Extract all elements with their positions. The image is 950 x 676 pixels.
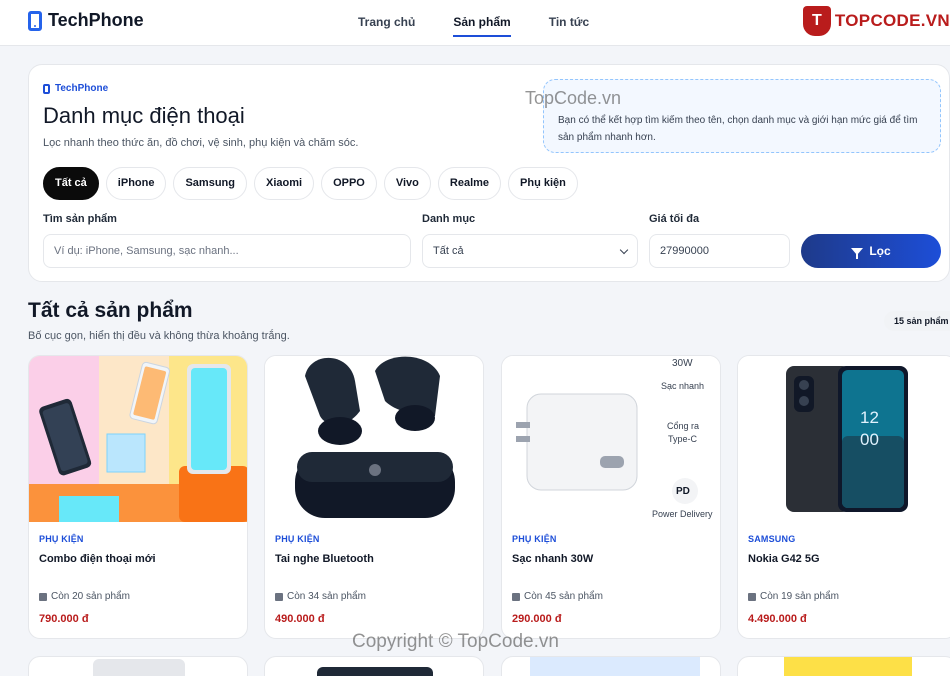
- box-icon: [748, 592, 756, 601]
- chip-xiaomi[interactable]: Xiaomi: [253, 167, 315, 200]
- category-select[interactable]: Tất cả: [422, 234, 638, 268]
- product-stock: Còn 34 sản phẩm: [275, 591, 366, 602]
- charger-image-port: Cổng ra: [667, 421, 700, 431]
- main-nav: Trang chủ Sản phẩm Tin tức: [358, 0, 589, 46]
- charger-image-pd-label: Power Delivery: [652, 509, 713, 519]
- hero-brand-label: TechPhone: [55, 83, 109, 94]
- product-image-partial: [317, 667, 433, 676]
- product-price: 790.000 đ: [39, 613, 89, 625]
- brand-name: TechPhone: [48, 10, 144, 30]
- product-image-phone-combo: [29, 356, 247, 522]
- product-card-partial[interactable]: [264, 656, 484, 676]
- phone-clock-hour: 12: [860, 408, 879, 427]
- nav-home[interactable]: Trang chủ: [358, 0, 415, 46]
- category-label: Danh mục: [422, 213, 476, 225]
- product-stock: Còn 20 sản phẩm: [39, 591, 130, 602]
- tip-text: Bạn có thể kết hợp tìm kiếm theo tên, ch…: [558, 115, 918, 143]
- product-price: 290.000 đ: [512, 613, 562, 625]
- nav-news[interactable]: Tin tức: [549, 0, 589, 46]
- watermark-logo: T TOPCODE.VN: [802, 6, 950, 36]
- funnel-icon: [851, 247, 864, 259]
- chip-samsung[interactable]: Samsung: [173, 167, 247, 200]
- top-navbar: TechPhone Trang chủ Sản phẩm Tin tức T T…: [0, 0, 950, 46]
- chip-accessories[interactable]: Phụ kiện: [508, 167, 578, 200]
- product-price: 4.490.000 đ: [748, 613, 807, 625]
- product-price: 490.000 đ: [275, 613, 325, 625]
- category-chips: Tất cả iPhone Samsung Xiaomi OPPO Vivo R…: [43, 167, 578, 200]
- product-category: SAMSUNG: [748, 534, 796, 544]
- product-stock-text: Còn 34 sản phẩm: [287, 591, 366, 602]
- chip-all[interactable]: Tất cả: [43, 167, 99, 200]
- chip-oppo[interactable]: OPPO: [321, 167, 377, 200]
- product-image-partial: [93, 659, 185, 676]
- chevron-down-icon: [619, 245, 629, 255]
- brand-logo[interactable]: TechPhone: [28, 10, 144, 31]
- phone-clock-minute: 00: [860, 430, 879, 449]
- box-icon: [512, 592, 520, 601]
- product-stock-text: Còn 20 sản phẩm: [51, 591, 130, 602]
- charger-image-fast: Sạc nhanh: [661, 381, 705, 391]
- product-card[interactable]: PHỤ KIỆN Tai nghe Bluetooth Còn 34 sản p…: [264, 355, 484, 639]
- product-category: PHỤ KIỆN: [39, 534, 84, 544]
- product-name: Nokia G42 5G: [748, 553, 820, 565]
- max-price-input[interactable]: [649, 234, 790, 268]
- product-card[interactable]: 12 00 SAMSUNG Nokia G42 5G Còn 19 sản ph…: [737, 355, 950, 639]
- charger-image-port-type: Type-C: [668, 434, 698, 444]
- product-image-charger: 30W Sạc nhanh Cổng ra Type-C PD Power De…: [502, 356, 720, 522]
- product-count-badge: 15 sản phẩm: [884, 311, 950, 331]
- catalog-filter-card: TechPhone Danh mục điện thoại Lọc nhanh …: [28, 64, 950, 282]
- filter-button[interactable]: Lọc: [801, 234, 941, 268]
- box-icon: [39, 592, 47, 601]
- product-name: Tai nghe Bluetooth: [275, 553, 374, 565]
- product-name: Sạc nhanh 30W: [512, 553, 594, 565]
- phone-icon: [28, 10, 42, 31]
- section-subtitle: Bố cục gọn, hiển thị đều và không thừa k…: [28, 330, 290, 342]
- product-name: Combo điện thoại mới: [39, 553, 156, 565]
- product-category: PHỤ KIỆN: [275, 534, 320, 544]
- product-stock-text: Còn 45 sản phẩm: [524, 591, 603, 602]
- watermark-copyright: Copyright © TopCode.vn: [352, 631, 559, 652]
- product-stock: Còn 19 sản phẩm: [748, 591, 839, 602]
- phone-icon: [43, 83, 50, 94]
- product-category: PHỤ KIỆN: [512, 534, 557, 544]
- watermark-text: TopCode.vn: [525, 88, 622, 108]
- nav-products[interactable]: Sản phẩm: [453, 0, 512, 46]
- filter-button-label: Lọc: [869, 244, 891, 258]
- watermark-logo-text: TOPCODE.VN: [834, 11, 950, 30]
- hero-brand: TechPhone: [43, 83, 108, 94]
- product-card-partial[interactable]: [28, 656, 248, 676]
- category-select-value: Tất cả: [433, 245, 464, 257]
- chip-iphone[interactable]: iPhone: [105, 167, 167, 200]
- product-card[interactable]: 30W Sạc nhanh Cổng ra Type-C PD Power De…: [501, 355, 721, 639]
- chip-vivo[interactable]: Vivo: [383, 167, 431, 200]
- product-card-partial[interactable]: [737, 656, 950, 676]
- max-price-label: Giá tối đa: [649, 213, 700, 225]
- chip-realme[interactable]: Realme: [437, 167, 502, 200]
- product-image-nokia-phone: 12 00: [738, 356, 950, 522]
- watermark-shield-icon: T: [802, 6, 831, 36]
- box-icon: [275, 592, 283, 601]
- product-card[interactable]: PHỤ KIỆN Combo điện thoại mới Còn 20 sản…: [28, 355, 248, 639]
- product-image-partial: [784, 657, 912, 676]
- product-image-partial: [530, 657, 700, 676]
- search-label: Tìm sản phẩm: [43, 213, 117, 225]
- product-stock-text: Còn 19 sản phẩm: [760, 591, 839, 602]
- product-stock: Còn 45 sản phẩm: [512, 591, 603, 602]
- charger-image-pd: PD: [676, 486, 690, 497]
- product-card-partial[interactable]: [501, 656, 721, 676]
- page-subtitle: Lọc nhanh theo thức ăn, đồ chơi, vệ sinh…: [43, 137, 359, 149]
- product-image-earbuds: [265, 356, 483, 522]
- section-title: Tất cả sản phẩm: [28, 299, 193, 322]
- charger-image-watt: 30W: [672, 358, 693, 369]
- search-input[interactable]: [43, 234, 411, 268]
- page-title: Danh mục điện thoại: [43, 103, 245, 128]
